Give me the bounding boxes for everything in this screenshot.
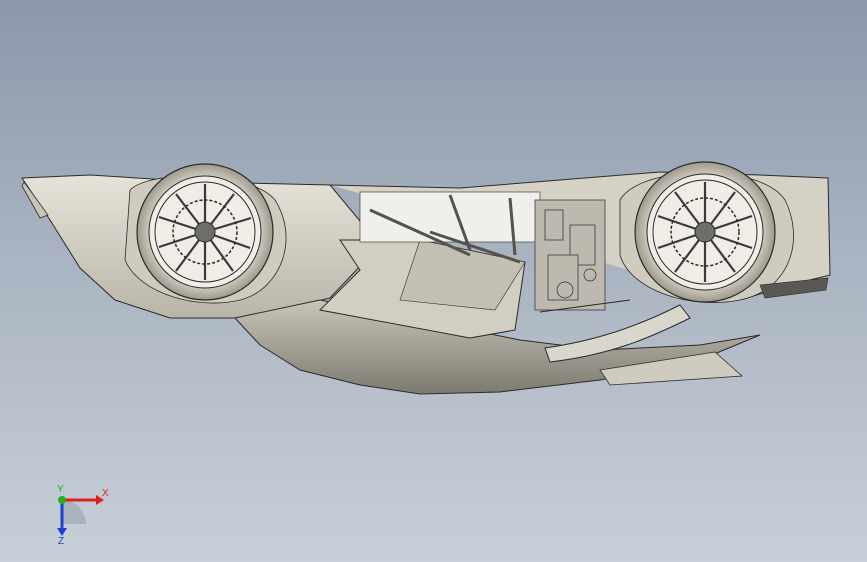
x-axis-label: X bbox=[102, 488, 109, 499]
z-axis-label: Z bbox=[58, 536, 64, 547]
car-model-render[interactable] bbox=[0, 0, 867, 562]
rear-wheel bbox=[136, 163, 274, 301]
y-axis-dot bbox=[58, 496, 66, 504]
front-wheel bbox=[634, 161, 776, 303]
y-axis-label: Y bbox=[57, 484, 64, 495]
graphics-viewport[interactable]: X Y Z bbox=[0, 0, 867, 562]
engine-assembly bbox=[534, 199, 606, 311]
coordinate-triad: X Y Z bbox=[57, 484, 109, 547]
